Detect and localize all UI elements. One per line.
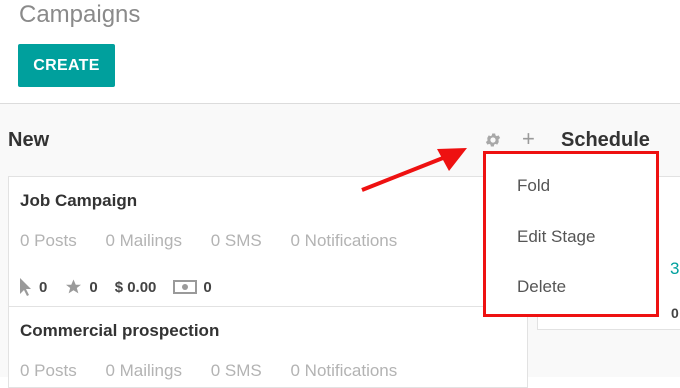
column-title-schedule: Schedule (561, 129, 650, 151)
mailings-count[interactable]: 0 Mailings (105, 361, 182, 380)
mailings-count[interactable]: 0 Mailings (105, 231, 182, 250)
rating-stat: 0 (64, 278, 98, 296)
card-title: Commercial prospection (20, 321, 220, 340)
sms-count[interactable]: 0 SMS (211, 361, 262, 380)
star-icon (66, 279, 82, 294)
revenue-stat: $ 0.00 (115, 279, 157, 296)
card-stats: 0 Posts 0 Mailings 0 SMS 0 Notifications (20, 231, 421, 251)
clicks-value: 0 (39, 278, 48, 296)
card-title: Job Campaign (20, 191, 138, 210)
revenue-value: $ 0.00 (114, 278, 157, 296)
sms-count[interactable]: 0 SMS (211, 231, 262, 250)
gear-icon[interactable] (484, 131, 502, 149)
rating-value: 0 (89, 278, 98, 296)
control-panel: Campaigns CREATE (0, 0, 680, 104)
kanban-card[interactable]: Job Campaign 0 Posts 0 Mailings 0 SMS 0 … (8, 176, 528, 308)
cost-value: 0 (203, 278, 212, 296)
menu-item-fold[interactable]: Fold (517, 176, 550, 196)
kanban-card[interactable]: Commercial prospection 0 Posts 0 Mailing… (8, 306, 528, 388)
clicks-stat: 0 (19, 277, 47, 297)
card-stats: 0 Posts 0 Mailings 0 SMS 0 Notifications (20, 361, 421, 381)
card-partial-footer: 0 (671, 305, 679, 321)
column-new: Job Campaign 0 Posts 0 Mailings 0 SMS 0 … (8, 176, 528, 388)
page-title: Campaigns (19, 1, 141, 28)
notifications-count[interactable]: 0 Notifications (290, 231, 397, 250)
posts-count[interactable]: 0 Posts (20, 231, 77, 250)
card-partial-text: 3 N (670, 259, 680, 278)
column-title-new: New (8, 129, 50, 151)
posts-count[interactable]: 0 Posts (20, 361, 77, 380)
create-button[interactable]: CREATE (18, 44, 115, 87)
notifications-count[interactable]: 0 Notifications (290, 361, 397, 380)
card-footer: 0 0 $ 0.00 0 (19, 277, 229, 297)
plus-icon[interactable]: + (522, 128, 535, 150)
stage-dropdown-menu: Fold Edit Stage Delete (483, 151, 659, 317)
cursor-icon (20, 278, 31, 296)
cost-stat: 0 (173, 278, 212, 296)
money-icon (173, 280, 198, 294)
menu-item-delete[interactable]: Delete (517, 277, 566, 297)
menu-item-edit-stage[interactable]: Edit Stage (517, 227, 595, 247)
